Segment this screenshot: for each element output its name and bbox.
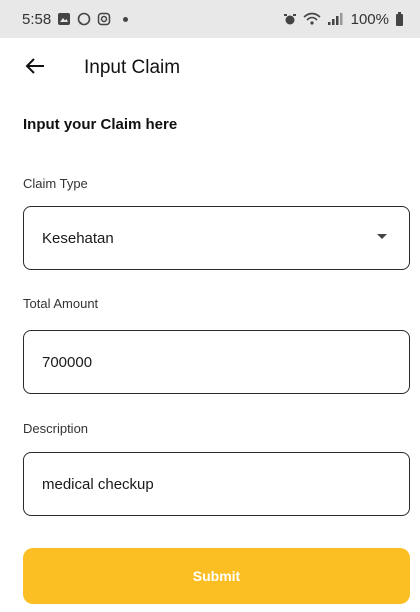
instagram-icon xyxy=(97,12,111,26)
total-amount-label: Total Amount xyxy=(23,296,99,311)
whatsapp-icon xyxy=(77,12,91,26)
status-right: 100% xyxy=(283,11,404,28)
status-left: 5:58 xyxy=(22,10,129,28)
alarm-icon xyxy=(283,12,297,26)
description-input[interactable]: medical checkup xyxy=(23,452,410,516)
form-heading: Input your Claim here xyxy=(23,116,178,133)
battery-icon xyxy=(395,12,404,26)
description-label: Description xyxy=(23,421,89,436)
claim-type-value: Kesehatan xyxy=(42,229,114,247)
battery-percent: 100% xyxy=(350,10,389,28)
total-amount-input[interactable]: 700000 xyxy=(23,330,410,394)
signal-icon xyxy=(327,12,345,26)
status-time: 5:58 xyxy=(22,10,52,28)
status-bar: 5:58 100% xyxy=(0,0,420,38)
back-button[interactable] xyxy=(22,55,48,81)
total-amount-value: 700000 xyxy=(42,353,93,371)
submit-button[interactable]: Submit xyxy=(23,548,410,604)
description-value: medical checkup xyxy=(42,475,154,493)
page-title: Input Claim xyxy=(84,57,181,78)
claim-type-label: Claim Type xyxy=(23,176,88,191)
wifi-icon xyxy=(303,12,321,26)
caret-down-icon xyxy=(377,234,387,239)
claim-type-dropdown[interactable]: Kesehatan xyxy=(23,206,410,270)
app-bar: Input Claim xyxy=(0,38,420,98)
arrow-left-icon xyxy=(25,57,45,80)
gallery-icon xyxy=(57,12,71,26)
notification-dot-icon xyxy=(123,16,129,22)
